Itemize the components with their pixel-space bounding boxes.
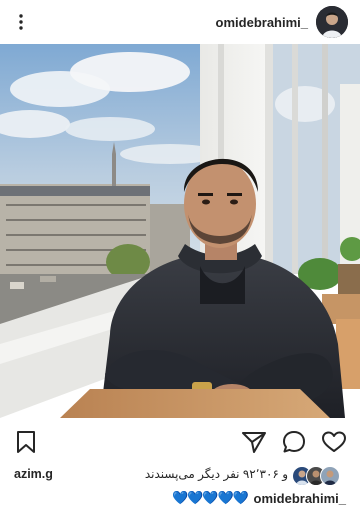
liker-avatars[interactable] xyxy=(292,466,342,486)
comment-icon xyxy=(283,431,305,453)
share-button[interactable] xyxy=(240,428,268,456)
likes-count-text[interactable]: و ۹۲٬۳۰۶ نفر دیگر می‌پسندند xyxy=(145,467,288,481)
first-liker-username[interactable]: azim.g xyxy=(14,467,53,481)
more-vertical-icon xyxy=(19,14,23,30)
post-header: omidebrahimi_ xyxy=(0,0,360,44)
liker-avatar xyxy=(320,466,340,486)
send-icon xyxy=(242,432,266,453)
author-username[interactable]: omidebrahimi_ xyxy=(216,15,308,30)
more-options-button[interactable] xyxy=(6,0,36,44)
like-button[interactable] xyxy=(320,428,348,456)
post-actions xyxy=(0,424,360,460)
author-avatar[interactable] xyxy=(316,6,348,38)
author-info[interactable]: omidebrahimi_ xyxy=(216,6,348,38)
post-image[interactable] xyxy=(0,44,360,418)
bookmark-icon xyxy=(17,431,35,453)
caption-text: 💙💙💙💙💙 xyxy=(172,490,249,505)
save-button[interactable] xyxy=(12,428,40,456)
caption-username[interactable]: omidebrahimi_ xyxy=(254,491,346,506)
heart-icon xyxy=(322,431,346,452)
comment-button[interactable] xyxy=(280,428,308,456)
post-caption: 💙💙💙💙💙 omidebrahimi_ xyxy=(0,488,360,510)
likes-summary[interactable]: azim.g و ۹۲٬۳۰۶ نفر دیگر می‌پسندند xyxy=(0,462,360,488)
